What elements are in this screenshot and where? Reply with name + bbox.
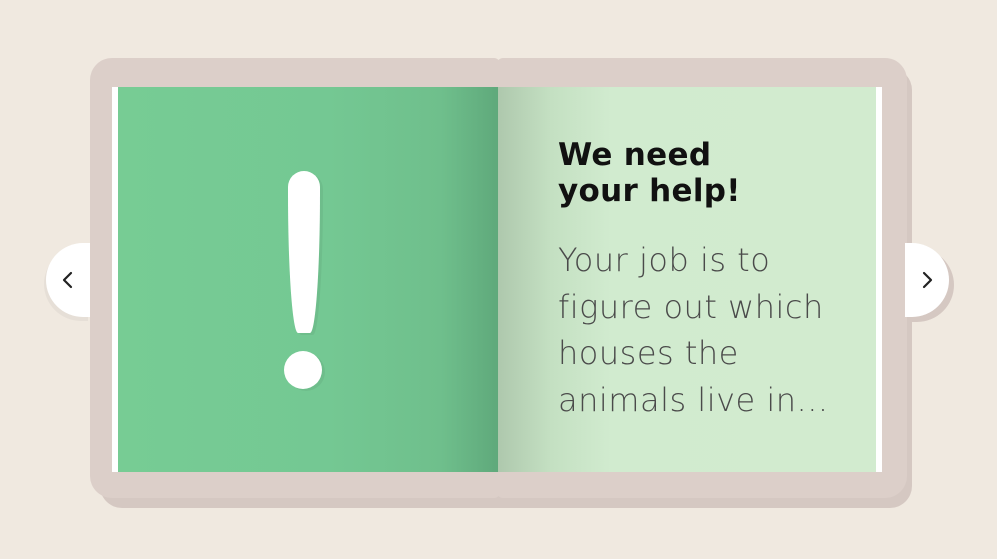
body-line: Your job is to [558,241,771,279]
body-line: figure out which [558,287,824,326]
page-body-text: Your job is to figure out which houses t… [558,237,858,423]
page-edge-right [876,87,882,472]
book-page-left [118,87,498,472]
chevron-left-icon [62,271,73,289]
heading-line: your help! [558,173,741,209]
page-heading: We need your help! [558,137,838,209]
previous-page-button[interactable] [46,243,90,317]
chevron-right-icon [922,271,933,289]
body-line: animals live in... [558,380,829,419]
heading-line: We need [558,137,712,173]
exclamation-dot [284,351,322,389]
exclamation-bar [288,171,320,333]
body-line: houses the [558,334,739,372]
next-page-button[interactable] [905,243,949,317]
book-page-right: We need your help! Your job is to figure… [498,87,876,472]
